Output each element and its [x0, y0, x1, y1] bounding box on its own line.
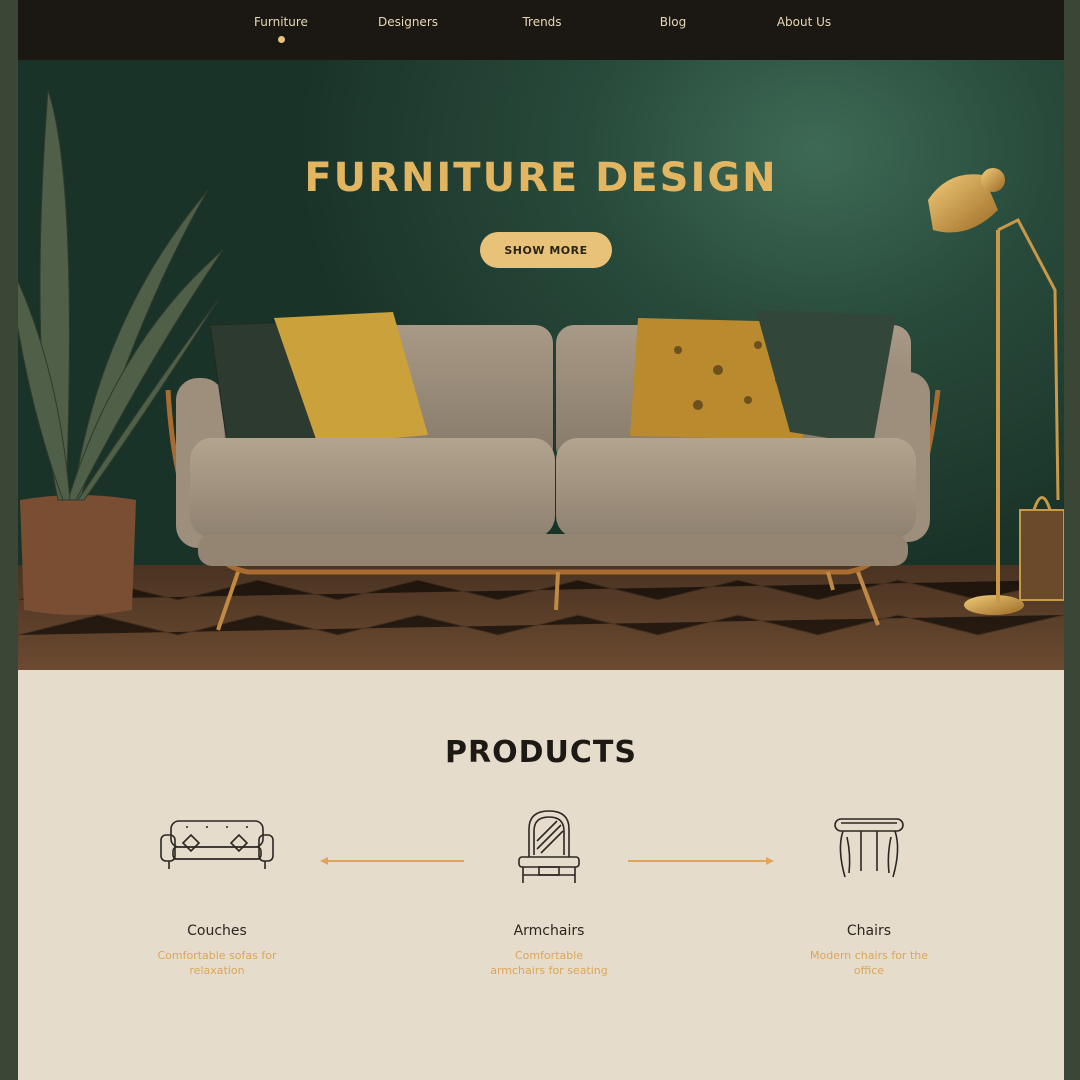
product-name: Armchairs [513, 923, 585, 939]
nav-item-blog[interactable]: Blog [613, 15, 733, 29]
hero-banner: FURNITURE DESIGN SHOW MORE [18, 60, 1064, 670]
hero-sofa-illustration [18, 89, 1064, 670]
products-title: PRODUCTS [445, 735, 637, 770]
nav-item-furniture[interactable]: Furniture [221, 15, 341, 29]
show-more-button[interactable]: SHOW MORE [480, 232, 612, 268]
hero-title: FURNITURE DESIGN [304, 155, 778, 201]
nav-active-indicator [277, 36, 285, 43]
product-description: Comfortable armchairs for seating [490, 949, 608, 977]
chair-icon [834, 818, 904, 878]
product-card-couches[interactable]: Couches Comfortable sofas for relaxation [107, 815, 327, 977]
nav-item-designers[interactable]: Designers [348, 15, 468, 29]
product-description: Modern chairs for the office [809, 949, 928, 977]
product-card-chairs[interactable]: Chairs Modern chairs for the office [759, 815, 979, 977]
product-description: Comfortable sofas for relaxation [157, 949, 277, 977]
product-name: Chairs [846, 923, 892, 939]
armchair-icon [518, 810, 580, 883]
couch-icon [160, 820, 274, 869]
floor-lamp [928, 168, 1064, 615]
top-nav: Furniture Designers Trends Blog About Us [18, 0, 1064, 60]
product-name: Couches [187, 923, 247, 939]
nav-item-about-us[interactable]: About Us [744, 15, 864, 29]
page: Furniture Designers Trends Blog About Us [18, 0, 1064, 1080]
nav-item-trends[interactable]: Trends [482, 15, 602, 29]
product-card-armchairs[interactable]: Armchairs Comfortable armchairs for seat… [439, 810, 659, 977]
